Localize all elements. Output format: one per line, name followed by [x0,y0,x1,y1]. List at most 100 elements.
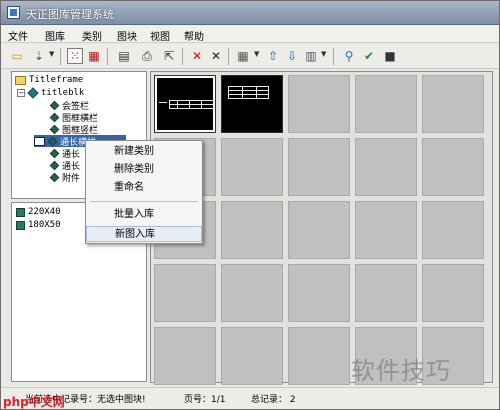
tree-item[interactable]: 图框竖栏 [49,123,98,136]
list-item[interactable]: 220X40 [16,207,61,217]
status-page: 页号：1/1 [184,395,226,405]
ctx-new-image-import[interactable]: 新图入库 [86,226,202,242]
block-icon [49,124,60,134]
thumbnail-empty[interactable] [422,138,484,196]
menu-category[interactable]: 类别 [82,28,102,43]
menu-view[interactable]: 视图 [150,28,170,43]
toolbar: ▭ ⇣ ▼ ⁙ ▦ ▤ ⎙ ⇱ ✕ ✕ ▦ ▼ ⇧ ⇩ ▥ ▼ ⚲ ✔ ■ [1,44,499,69]
block-icon [49,100,60,110]
thumbnail-line [268,86,269,99]
open-folder-icon[interactable]: ▭ [9,48,25,64]
pin-icon[interactable]: ⚲ [341,48,357,64]
thumbnail-line [169,108,215,109]
toolbar-separator [107,48,108,65]
thumbnail-empty[interactable] [154,264,216,322]
grid-select-icon[interactable]: ⁙ [67,48,83,64]
thumbnail-empty[interactable] [355,201,417,259]
thumbnail-empty[interactable] [288,201,350,259]
menu-help[interactable]: 帮助 [184,28,204,43]
view-layout-icon[interactable]: ▦ [235,48,251,64]
thumbnail-empty[interactable] [221,327,283,385]
block-icon [49,112,60,122]
view-dropdown-icon[interactable]: ▼ [254,50,259,58]
menu-bar: 文件 图库 类别 图块 视图 帮助 [1,26,499,43]
menu-block[interactable]: 图块 [117,28,137,43]
export-icon[interactable]: ⇱ [161,48,177,64]
toolbar-separator [333,48,334,65]
thumbnail-empty[interactable] [154,327,216,385]
thumbnail-empty[interactable] [288,327,350,385]
open-book-icon [34,136,45,146]
ctx-delete-category[interactable]: 删除类别 [86,162,202,178]
thumbnail-empty[interactable] [288,75,350,133]
tree-item[interactable]: 通长 [49,147,80,160]
card-icon[interactable]: ▤ [116,48,132,64]
thumbnail-empty[interactable] [422,75,484,133]
ctx-separator [90,201,198,202]
toolbar-separator [182,48,183,65]
tree-group[interactable]: − titleblk [17,87,84,99]
thumbnail-line [228,94,268,95]
watermark-text: 软件技巧 [351,357,451,385]
ctx-batch-import[interactable]: 批量入库 [86,207,202,223]
thumbnail-empty[interactable] [422,201,484,259]
thumbnail-empty[interactable] [221,264,283,322]
cut-icon[interactable]: ✕ [208,48,224,64]
thumbnail-empty[interactable] [221,138,283,196]
block-icon [49,160,60,170]
toolbar-separator [60,48,61,65]
stop-icon[interactable]: ■ [382,48,398,64]
tree-item[interactable]: 附件 [49,171,80,184]
size-icon [16,220,25,230]
menu-library[interactable]: 图库 [45,28,65,43]
thumbnail-empty[interactable] [355,138,417,196]
ctx-rename[interactable]: 重命名 [86,180,202,196]
thumbnail-empty[interactable] [355,264,417,322]
import-icon[interactable]: ⇣ [31,48,47,64]
tree-root[interactable]: Titleframe [15,74,83,86]
tree-item[interactable]: 图框横栏 [49,111,98,124]
print-icon[interactable]: ⎙ [139,48,155,64]
title-bar[interactable]: 天正图库管理系统 [1,1,499,25]
tree-item[interactable]: 通长 [49,159,80,172]
thumbnail-empty[interactable] [221,201,283,259]
move-up-icon[interactable]: ⇧ [265,48,281,64]
thumbnail-line [256,86,257,99]
app-window: 天正图库管理系统 文件 图库 类别 图块 视图 帮助 ▭ ⇣ ▼ ⁙ ▦ ▤ ⎙… [0,0,500,410]
delete-icon[interactable]: ✕ [189,48,205,64]
ctx-new-category[interactable]: 新建类别 [86,144,202,160]
thumbnail-line [169,100,215,101]
collapse-icon[interactable]: − [17,89,25,97]
thumbnail-empty[interactable] [355,75,417,133]
status-total: 总记录： 2 [251,395,296,405]
toolbar-separator [228,48,229,65]
import-dropdown-icon[interactable]: ▼ [49,50,54,58]
pattern-icon[interactable]: ▦ [86,48,102,64]
menu-file[interactable]: 文件 [8,28,28,43]
check-icon[interactable]: ✔ [361,48,377,64]
thumbnail-line [228,90,268,91]
block-group-icon [27,87,39,99]
thumbnail-line [169,104,215,105]
status-bar: 当前选中记录号：无选中图块! 页号：1/1 总记录： 2 [1,387,499,409]
list-item[interactable]: 180X50 [16,220,61,230]
thumbnail-line [159,102,167,103]
list-dropdown-icon[interactable]: ▼ [321,50,326,58]
thumbnail-line [169,100,170,109]
thumbnail-empty[interactable] [422,264,484,322]
move-down-icon[interactable]: ⇩ [284,48,300,64]
list-view-icon[interactable]: ▥ [303,48,319,64]
window-title: 天正图库管理系统 [26,8,114,21]
context-menu: 新建类别 删除类别 重命名 批量入库 新图入库 [85,140,203,244]
thumbnail-line [228,86,268,87]
thumbnail-line [228,98,268,99]
thumbnail-title-block[interactable] [154,75,216,133]
block-icon [47,136,58,146]
thumbnail-line [242,86,243,99]
thumbnail-empty[interactable] [288,138,350,196]
thumbnail-title-block[interactable] [221,75,283,133]
folder-icon [15,75,26,85]
watermark-logo: php中文网 [3,395,65,409]
tree-item[interactable]: 会签栏 [49,99,89,112]
thumbnail-empty[interactable] [288,264,350,322]
